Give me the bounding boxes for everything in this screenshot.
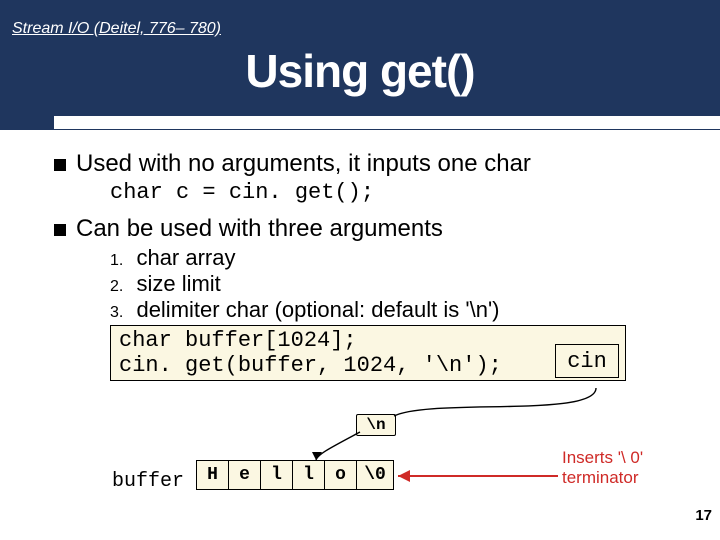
cell: e [228,460,260,490]
list-text: size limit [136,271,220,296]
accent-block [0,116,54,130]
bullet-1: Used with no arguments, it inputs one ch… [54,150,666,178]
slide-title: Using get() [0,44,720,98]
bullet-1-text: Used with no arguments, it inputs one ch… [76,150,531,178]
cell: l [292,460,324,490]
header-rule [0,129,720,130]
bullet-marker [54,224,66,236]
bullet-marker [54,159,66,171]
list-item: 2. size limit [110,271,630,297]
list-text: delimiter char (optional: default is '\n… [136,297,499,322]
page-number: 17 [695,507,712,524]
code-box: char buffer[1024]; cin. get(buffer, 1024… [110,325,626,381]
list-num: 1. [110,252,132,270]
list-item: 3. delimiter char (optional: default is … [110,297,630,323]
list-item: 1. char array [110,245,630,271]
buffer-diagram: buffer H e l l o \0 Inserts '\ 0' termin… [108,430,678,540]
bullet-1-code: char c = cin. get(); [110,180,666,205]
bullet-2: Can be used with three arguments [54,215,666,243]
note-line-1: Inserts '\ 0' [562,448,643,467]
code-line-2: cin. get(buffer, 1024, '\n'); [119,353,617,378]
cell: \0 [356,460,394,490]
cin-box: cin [555,344,619,378]
cell: o [324,460,356,490]
content-area: Used with no arguments, it inputs one ch… [54,150,666,381]
buffer-cells: H e l l o \0 [196,460,394,490]
slide: Stream I/O (Deitel, 776– 780) Using get(… [0,0,720,540]
cell: H [196,460,228,490]
newline-marker: \n [356,414,396,436]
bullet-2-text: Can be used with three arguments [76,215,443,243]
list-num: 2. [110,278,132,296]
cell: l [260,460,292,490]
breadcrumb: Stream I/O (Deitel, 776– 780) [12,20,221,38]
list-num: 3. [110,304,132,322]
list-text: char array [136,245,235,270]
ordered-list: 1. char array 2. size limit 3. delimiter… [110,245,630,323]
note-line-2: terminator [562,468,639,487]
code-line-1: char buffer[1024]; [119,328,617,353]
terminator-note: Inserts '\ 0' terminator [562,448,643,487]
buffer-label: buffer [112,470,184,493]
header-band: Stream I/O (Deitel, 776– 780) Using get(… [0,0,720,116]
